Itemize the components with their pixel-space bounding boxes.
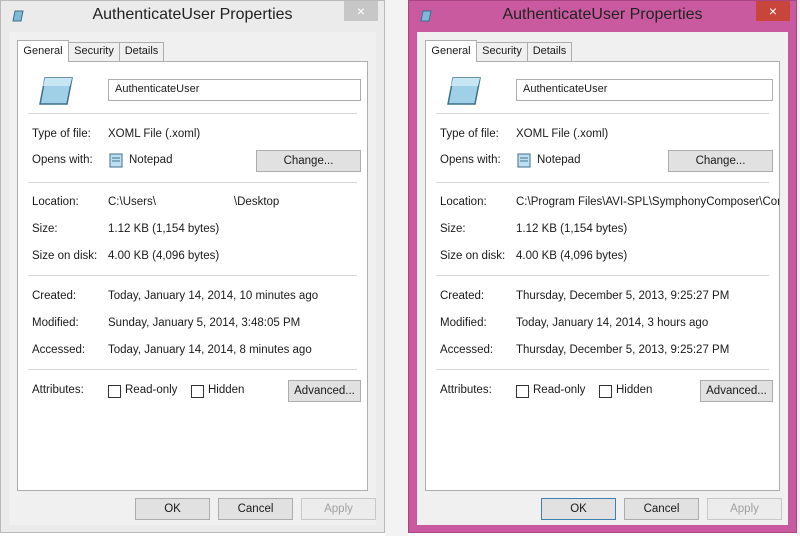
size-on-disk-label: Size on disk: bbox=[32, 250, 98, 262]
close-button[interactable]: × bbox=[756, 1, 790, 21]
advanced-button[interactable]: Advanced... bbox=[288, 380, 361, 402]
created-value: Today, January 14, 2014, 10 minutes ago bbox=[108, 290, 319, 302]
created-label: Created: bbox=[440, 290, 485, 302]
tab-general[interactable]: General bbox=[425, 40, 477, 62]
window-title: AuthenticateUser Properties bbox=[92, 6, 293, 23]
location-label: Location: bbox=[32, 196, 79, 208]
accessed-value: Thursday, December 5, 2013, 9:25:27 PM bbox=[516, 344, 730, 356]
notepad-icon bbox=[517, 153, 531, 168]
type-label: Type of file: bbox=[440, 128, 499, 140]
apply-button[interactable]: Apply bbox=[707, 498, 782, 520]
properties-dialog-active[interactable]: AuthenticateUser Properties × General Se… bbox=[408, 0, 797, 533]
window-title: AuthenticateUser Properties bbox=[502, 6, 703, 23]
size-on-disk-value: 4.00 KB (4,096 bytes) bbox=[108, 250, 220, 262]
separator bbox=[436, 275, 769, 276]
attributes-label: Attributes: bbox=[440, 384, 492, 396]
location-prefix: C:\Users\ bbox=[108, 196, 156, 209]
dialog-client: General Security Details AuthenticateUse… bbox=[417, 32, 788, 525]
separator bbox=[436, 113, 769, 114]
opens-with-value: Notepad bbox=[129, 154, 173, 166]
cancel-button[interactable]: Cancel bbox=[218, 498, 293, 520]
change-button[interactable]: Change... bbox=[256, 150, 361, 172]
accessed-value: Today, January 14, 2014, 8 minutes ago bbox=[108, 344, 312, 356]
accessed-label: Accessed: bbox=[32, 344, 86, 356]
location-label: Location: bbox=[440, 196, 487, 208]
xoml-file-icon bbox=[447, 77, 481, 105]
ok-button[interactable]: OK bbox=[135, 498, 210, 520]
readonly-checkbox[interactable] bbox=[516, 385, 529, 398]
created-label: Created: bbox=[32, 290, 77, 302]
redacted-username bbox=[155, 196, 234, 208]
location-suffix: \Desktop bbox=[233, 196, 280, 209]
dialog-client: General Security Details AuthenticateUse… bbox=[9, 32, 376, 525]
tab-details[interactable]: Details bbox=[119, 42, 164, 61]
general-panel: AuthenticateUser Type of file: XOML File… bbox=[17, 61, 368, 491]
separator bbox=[436, 182, 769, 183]
tab-details[interactable]: Details bbox=[527, 42, 572, 61]
modified-label: Modified: bbox=[32, 317, 79, 329]
accessed-label: Accessed: bbox=[440, 344, 494, 356]
separator bbox=[28, 182, 357, 183]
hidden-label: Hidden bbox=[208, 384, 245, 396]
location-value: C:\Program Files\AVI-SPL\SymphonyCompose… bbox=[516, 196, 779, 208]
xoml-file-icon bbox=[39, 77, 73, 105]
type-value: XOML File (.xoml) bbox=[108, 128, 201, 140]
size-value: 1.12 KB (1,154 bytes) bbox=[108, 223, 220, 235]
cancel-button[interactable]: Cancel bbox=[624, 498, 699, 520]
change-button[interactable]: Change... bbox=[668, 150, 773, 172]
location-value: C:\Users\ \Desktop bbox=[108, 196, 279, 208]
opens-with-label: Opens with: bbox=[32, 154, 93, 166]
hidden-label: Hidden bbox=[616, 384, 653, 396]
separator bbox=[436, 369, 769, 370]
notepad-icon bbox=[109, 153, 123, 168]
ok-button[interactable]: OK bbox=[541, 498, 616, 520]
readonly-checkbox[interactable] bbox=[108, 385, 121, 398]
separator bbox=[28, 275, 357, 276]
file-name-field[interactable]: AuthenticateUser bbox=[516, 79, 773, 101]
type-value: XOML File (.xoml) bbox=[516, 128, 609, 140]
hidden-checkbox[interactable] bbox=[191, 385, 204, 398]
created-value: Thursday, December 5, 2013, 9:25:27 PM bbox=[516, 290, 730, 302]
desktop-background bbox=[385, 0, 408, 536]
size-label: Size: bbox=[440, 223, 466, 235]
advanced-button[interactable]: Advanced... bbox=[700, 380, 773, 402]
title-bar[interactable]: AuthenticateUser Properties × bbox=[409, 1, 796, 33]
size-value: 1.12 KB (1,154 bytes) bbox=[516, 223, 628, 235]
apply-button[interactable]: Apply bbox=[301, 498, 376, 520]
properties-dialog-inactive[interactable]: AuthenticateUser Properties × General Se… bbox=[0, 0, 385, 533]
size-on-disk-value: 4.00 KB (4,096 bytes) bbox=[516, 250, 628, 262]
size-on-disk-label: Size on disk: bbox=[440, 250, 506, 262]
tab-general[interactable]: General bbox=[17, 40, 69, 62]
type-label: Type of file: bbox=[32, 128, 91, 140]
tab-security[interactable]: Security bbox=[68, 42, 120, 61]
separator bbox=[28, 113, 357, 114]
file-name-field[interactable]: AuthenticateUser bbox=[108, 79, 361, 101]
modified-label: Modified: bbox=[440, 317, 487, 329]
size-label: Size: bbox=[32, 223, 58, 235]
separator bbox=[28, 369, 357, 370]
readonly-label: Read-only bbox=[125, 384, 178, 396]
title-bar[interactable]: AuthenticateUser Properties × bbox=[1, 1, 384, 33]
hidden-checkbox[interactable] bbox=[599, 385, 612, 398]
attributes-label: Attributes: bbox=[32, 384, 84, 396]
opens-with-label: Opens with: bbox=[440, 154, 501, 166]
modified-value: Today, January 14, 2014, 3 hours ago bbox=[516, 317, 709, 329]
opens-with-value: Notepad bbox=[537, 154, 581, 166]
readonly-label: Read-only bbox=[533, 384, 586, 396]
tab-security[interactable]: Security bbox=[476, 42, 528, 61]
general-panel: AuthenticateUser Type of file: XOML File… bbox=[425, 61, 780, 491]
modified-value: Sunday, January 5, 2014, 3:48:05 PM bbox=[108, 317, 301, 329]
close-button[interactable]: × bbox=[344, 1, 378, 21]
